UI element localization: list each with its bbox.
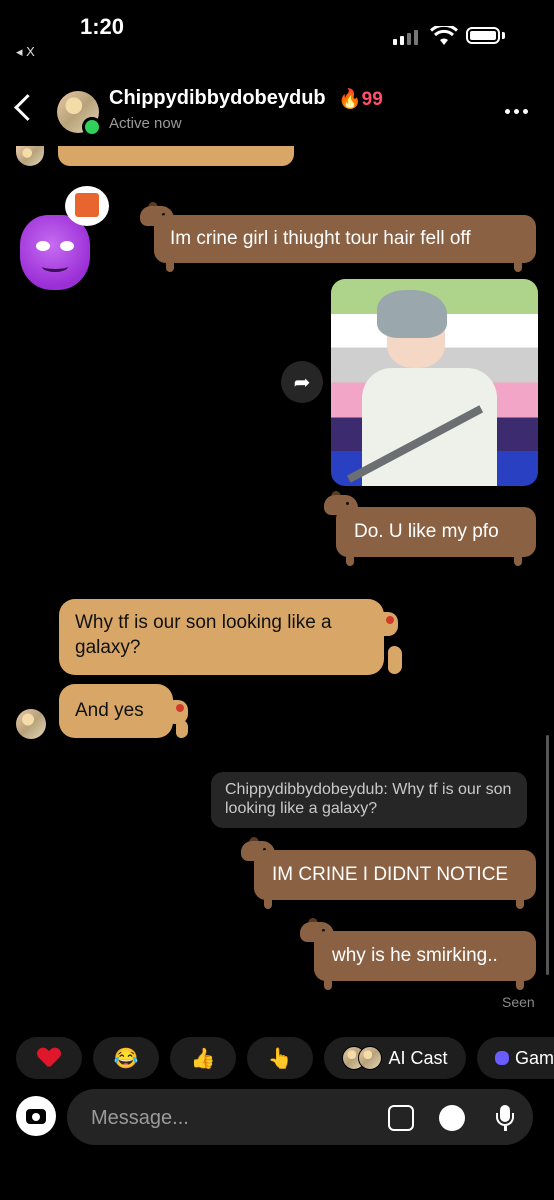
dachshund-leg xyxy=(166,262,174,272)
message-composer xyxy=(67,1089,533,1145)
message-input[interactable] xyxy=(89,1104,363,1132)
back-to-app-link[interactable]: ◂ X xyxy=(16,44,35,60)
heart-icon xyxy=(38,1048,60,1068)
quick-reaction-thumbs-up[interactable]: 👍 xyxy=(170,1037,236,1079)
online-indicator xyxy=(82,117,102,137)
quick-reaction-point-up[interactable]: 👆 xyxy=(247,1037,313,1079)
dachshund-leg xyxy=(346,556,354,566)
quick-reaction-heart[interactable] xyxy=(16,1037,82,1079)
wifi-icon xyxy=(430,26,458,45)
gallery-icon[interactable] xyxy=(388,1105,414,1131)
games-button[interactable]: Gam xyxy=(477,1037,554,1079)
seen-receipt: Seen xyxy=(502,994,535,1010)
back-chevron-icon[interactable] xyxy=(14,94,41,121)
image-figure-hair xyxy=(377,290,447,338)
contact-name[interactable]: Chippydibbydobeydub xyxy=(109,87,326,110)
monster-sticker[interactable] xyxy=(20,215,90,290)
microphone-icon[interactable] xyxy=(492,1105,518,1131)
message-bubble[interactable]: Im crine girl i thiught tour hair fell o… xyxy=(154,215,536,263)
games-label: Gam xyxy=(514,1047,554,1068)
message-bubble[interactable]: Do. U like my pfo xyxy=(336,507,536,557)
active-status: Active now xyxy=(109,115,182,132)
image-figure-shirt xyxy=(362,368,497,486)
game-controller-icon xyxy=(495,1051,509,1065)
dachshund-leg xyxy=(514,556,522,566)
battery-tip xyxy=(502,32,505,39)
dachshund-leg xyxy=(516,980,524,990)
capybara-body xyxy=(388,646,402,674)
message-bubble[interactable]: IM CRINE I DIDNT NOTICE xyxy=(254,850,536,900)
scrollbar[interactable] xyxy=(546,735,549,975)
streak-badge: 🔥99 xyxy=(338,89,383,110)
gift-icon xyxy=(75,193,99,217)
status-time: 1:20 xyxy=(80,14,125,39)
replied-message-quote[interactable]: Chippydibbydobeydub: Why tf is our son l… xyxy=(211,772,527,828)
cellular-signal-icon xyxy=(393,30,418,45)
more-options-icon[interactable] xyxy=(505,109,528,114)
flower-icon xyxy=(176,704,184,712)
flower-icon xyxy=(386,616,394,624)
ai-avatar-icon xyxy=(358,1046,383,1070)
dachshund-leg xyxy=(264,899,272,909)
previous-message-bubble[interactable] xyxy=(58,146,294,166)
contact-avatar-small[interactable] xyxy=(16,709,46,739)
message-bubble[interactable]: Why tf is our son looking like a galaxy? xyxy=(59,599,384,675)
ai-cast-label: AI Cast xyxy=(388,1047,448,1068)
dachshund-leg xyxy=(324,980,332,990)
dachshund-leg xyxy=(514,262,522,272)
sticker-icon[interactable] xyxy=(439,1105,465,1131)
share-icon[interactable]: ➦ xyxy=(281,361,323,403)
contact-avatar-small xyxy=(16,146,44,166)
capybara-body xyxy=(176,720,188,738)
dachshund-leg xyxy=(516,899,524,909)
camera-icon xyxy=(26,1108,46,1124)
message-bubble[interactable]: why is he smirking.. xyxy=(314,931,536,981)
camera-button[interactable] xyxy=(16,1096,56,1136)
quick-reaction-laugh[interactable]: 😂 xyxy=(93,1037,159,1079)
message-bubble[interactable]: And yes xyxy=(59,684,173,738)
ai-cast-button[interactable]: AI Cast xyxy=(324,1037,466,1079)
battery-icon xyxy=(466,27,500,44)
